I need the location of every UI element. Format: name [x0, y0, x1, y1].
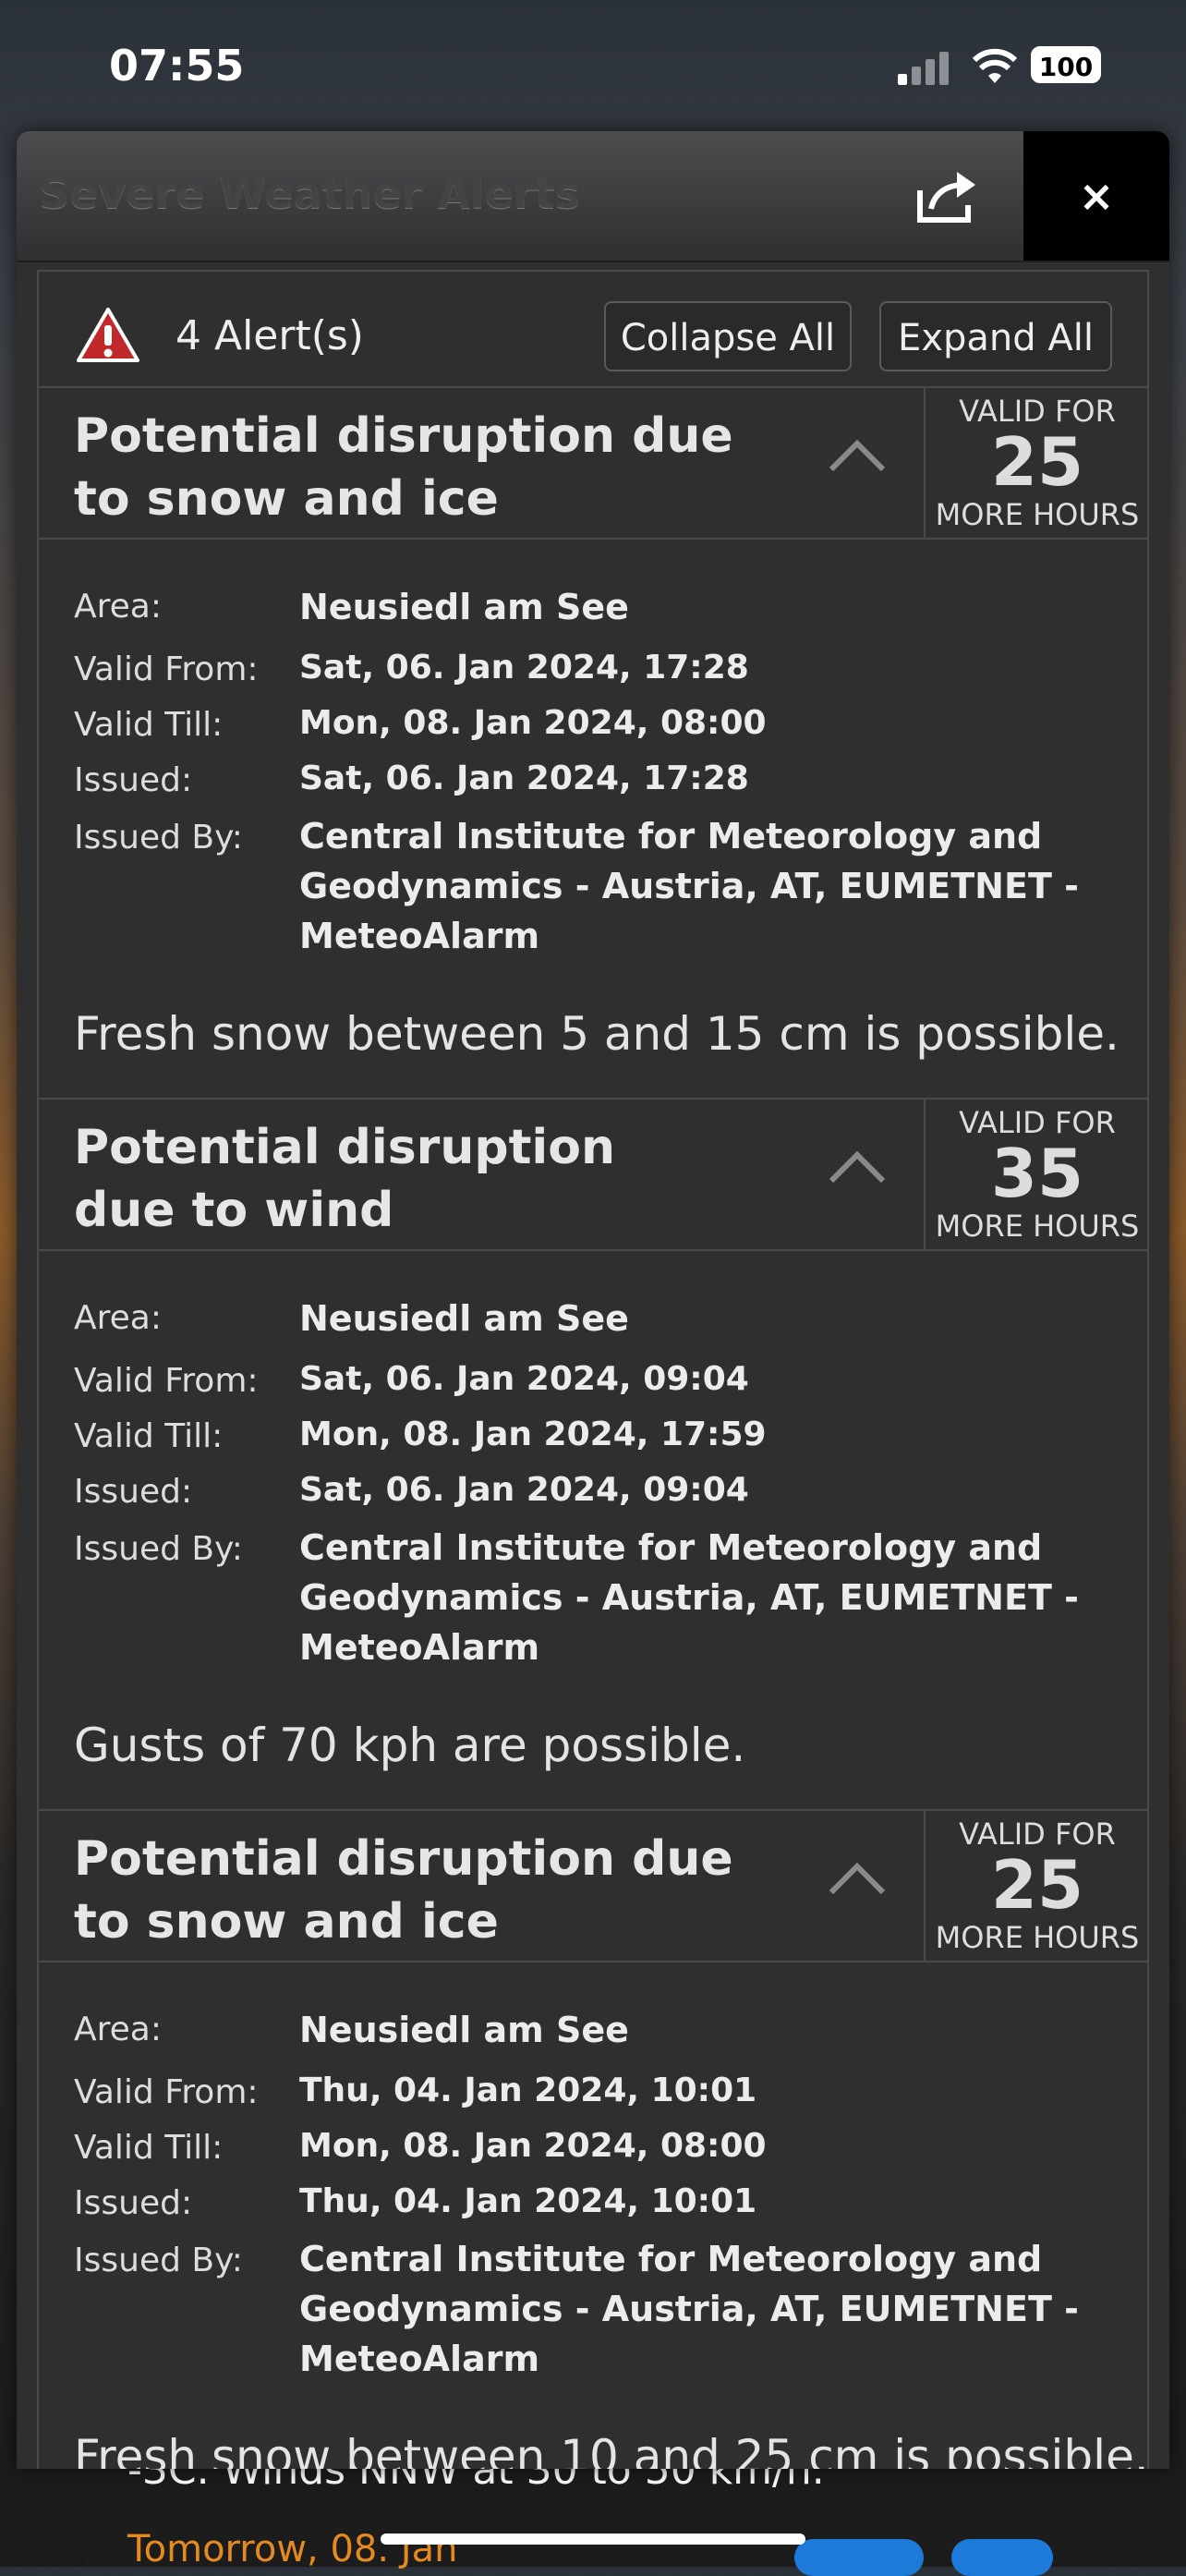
- alert-title: Potential disruption due to snow and ice: [74, 1831, 733, 1950]
- severe-weather-alerts-modal: Severe Weather Alerts × 4 Alert(s) Colla…: [17, 131, 1169, 2469]
- warning-icon: [77, 308, 139, 362]
- issued-by-label: Issued By:: [74, 819, 243, 857]
- valid-for-box: VALID FOR 35 MORE HOURS: [924, 1100, 1147, 1251]
- alert-title: Potential disruption due to wind: [74, 1120, 615, 1238]
- background-button[interactable]: [794, 2539, 924, 2576]
- issued-by-value: Central Institute for Meteorology and Ge…: [299, 2239, 1079, 2379]
- issued-by-value: Central Institute for Meteorology and Ge…: [299, 1527, 1079, 1668]
- wifi-icon: [972, 48, 1018, 83]
- alert-header[interactable]: Potential disruption due to snow and ice…: [39, 386, 1147, 540]
- modal-header: Severe Weather Alerts ×: [17, 131, 1169, 262]
- area-label: Area:: [74, 588, 162, 626]
- issued-label: Issued:: [74, 761, 193, 799]
- close-button[interactable]: ×: [1023, 131, 1169, 261]
- background-button-2[interactable]: [951, 2539, 1053, 2576]
- chevron-up-icon[interactable]: [828, 436, 887, 473]
- valid-hours: 35: [990, 1135, 1084, 1212]
- valid-till-label: Valid Till:: [74, 2129, 224, 2167]
- area-label: Area:: [74, 2011, 162, 2048]
- valid-from-value: Thu, 04. Jan 2024, 10:01: [299, 2072, 757, 2109]
- alert-item: Potential disruption due to snow and ice…: [39, 386, 1147, 1098]
- valid-for-box: VALID FOR 25 MORE HOURS: [924, 1811, 1147, 1962]
- more-hours-label: MORE HOURS: [935, 1209, 1140, 1244]
- share-icon[interactable]: [911, 164, 985, 227]
- valid-till-value: Mon, 08. Jan 2024, 08:00: [299, 704, 767, 742]
- status-bar: 07:55 100: [0, 0, 1186, 129]
- chevron-up-icon[interactable]: [828, 1148, 887, 1185]
- expand-all-button[interactable]: Expand All: [879, 301, 1112, 371]
- alert-item: Potential disruption due to snow and ice…: [39, 1809, 1147, 2469]
- alerts-list[interactable]: 4 Alert(s) Collapse All Expand All Poten…: [37, 270, 1149, 2469]
- alert-title: Potential disruption due to snow and ice: [74, 408, 733, 527]
- chevron-up-icon[interactable]: [828, 1859, 887, 1896]
- alert-count: 4 Alert(s): [175, 312, 364, 359]
- alert-item: Potential disruption due to wind VALID F…: [39, 1098, 1147, 1809]
- issued-by-value: Central Institute for Meteorology and Ge…: [299, 816, 1079, 956]
- more-hours-label: MORE HOURS: [935, 1920, 1140, 1955]
- more-hours-label: MORE HOURS: [935, 497, 1140, 532]
- valid-hours: 25: [990, 423, 1084, 501]
- alerts-toolbar: 4 Alert(s) Collapse All Expand All: [39, 272, 1147, 401]
- alert-header[interactable]: Potential disruption due to wind VALID F…: [39, 1098, 1147, 1251]
- issued-label: Issued:: [74, 2184, 193, 2222]
- issued-by-label: Issued By:: [74, 1530, 243, 1568]
- area-value: Neusiedl am See: [299, 587, 629, 627]
- area-label: Area:: [74, 1299, 162, 1337]
- area-value: Neusiedl am See: [299, 1298, 629, 1339]
- valid-till-value: Mon, 08. Jan 2024, 08:00: [299, 2127, 767, 2165]
- home-indicator[interactable]: [381, 2533, 805, 2545]
- battery-indicator: 100: [1031, 46, 1101, 83]
- valid-from-label: Valid From:: [74, 2073, 259, 2111]
- valid-till-label: Valid Till:: [74, 1417, 224, 1455]
- valid-from-label: Valid From:: [74, 650, 259, 688]
- valid-from-value: Sat, 06. Jan 2024, 09:04: [299, 1360, 749, 1398]
- issued-value: Thu, 04. Jan 2024, 10:01: [299, 2182, 757, 2220]
- modal-title: Severe Weather Alerts: [39, 168, 581, 218]
- issued-value: Sat, 06. Jan 2024, 17:28: [299, 759, 749, 797]
- alert-description: Fresh snow between 10 and 25 cm is possi…: [74, 2430, 1149, 2469]
- valid-till-label: Valid Till:: [74, 706, 224, 744]
- issued-label: Issued:: [74, 1473, 193, 1511]
- status-time: 07:55: [109, 41, 245, 91]
- issued-value: Sat, 06. Jan 2024, 09:04: [299, 1471, 749, 1509]
- issued-by-label: Issued By:: [74, 2242, 243, 2279]
- area-value: Neusiedl am See: [299, 2010, 629, 2050]
- valid-till-value: Mon, 08. Jan 2024, 17:59: [299, 1416, 767, 1453]
- valid-for-box: VALID FOR 25 MORE HOURS: [924, 388, 1147, 540]
- cellular-signal-icon: [898, 50, 953, 85]
- alert-header[interactable]: Potential disruption due to snow and ice…: [39, 1809, 1147, 1962]
- valid-from-value: Sat, 06. Jan 2024, 17:28: [299, 649, 749, 687]
- alert-description: Gusts of 70 kph are possible.: [74, 1719, 746, 1772]
- alert-description: Fresh snow between 5 and 15 cm is possib…: [74, 1007, 1119, 1061]
- collapse-all-button[interactable]: Collapse All: [604, 301, 852, 371]
- valid-hours: 25: [990, 1846, 1084, 1924]
- valid-from-label: Valid From:: [74, 1362, 259, 1400]
